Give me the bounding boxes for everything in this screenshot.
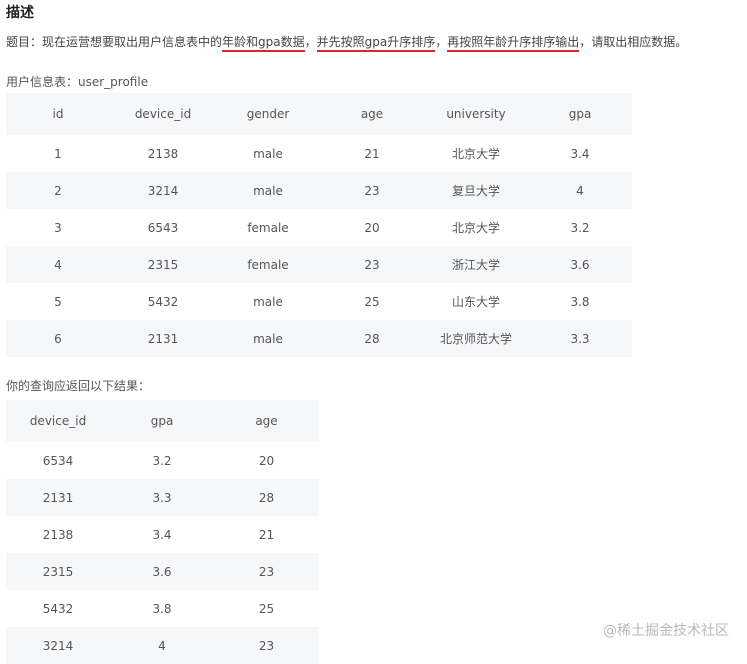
table-cell: 23 [258, 638, 275, 653]
table-cell: 25 [364, 294, 380, 309]
table-cell: male [253, 146, 283, 161]
table-row: 2315 3.6 23 [6, 553, 319, 590]
table-cell: 2131 [147, 331, 179, 346]
table-row: 2138 3.4 21 [6, 516, 319, 553]
highlight-age-sort: 再按照年龄升序排序输出 [447, 35, 580, 52]
table-row: 4 2315 female 23 浙江大学 3.6 [6, 246, 632, 283]
table-cell: male [253, 183, 283, 198]
expected-result-table: device_id gpa age 6534 3.2 20 2131 3.3 2… [6, 400, 319, 664]
column-header: age [255, 414, 278, 428]
table-cell: 23 [364, 183, 380, 198]
column-header: gpa [150, 414, 174, 428]
table-cell: 2138 [42, 527, 74, 542]
description-prefix: 题目：现在运营想要取出用户信息表中的 [6, 35, 223, 49]
table-header-row: id device_id gender age university gpa [6, 93, 632, 135]
table-cell: female [247, 220, 289, 235]
table-cell: 北京大学 [451, 147, 500, 161]
table-cell: 3 [54, 220, 62, 235]
table-cell: 北京师范大学 [439, 332, 512, 346]
table-cell: 3.2 [152, 453, 172, 468]
table-row: 2 3214 male 23 复旦大学 4 [6, 172, 632, 209]
table-cell: 3214 [147, 183, 179, 198]
problem-description: 题目：现在运营想要取出用户信息表中的年龄和gpa数据，并先按照gpa升序排序，再… [6, 33, 688, 52]
table-row: 6534 3.2 20 [6, 442, 319, 479]
table-cell: 山东大学 [451, 295, 500, 309]
table-cell: 21 [364, 146, 380, 161]
table-cell: 3.8 [570, 294, 590, 309]
table-header-row: device_id gpa age [6, 400, 319, 442]
table-cell: 3.3 [152, 490, 172, 505]
table-cell: 3.8 [152, 601, 172, 616]
column-header: id [52, 107, 64, 121]
table-cell: 3.6 [152, 564, 172, 579]
table-cell: 4 [158, 638, 166, 653]
table-row: 5432 3.8 25 [6, 590, 319, 627]
table-cell: 3.4 [570, 146, 590, 161]
table-cell: 3.2 [570, 220, 590, 235]
column-header: age [360, 107, 384, 121]
table-cell: 20 [364, 220, 380, 235]
column-header: device_id [134, 107, 192, 121]
table-cell: 2315 [42, 564, 74, 579]
table-cell: 2 [54, 183, 62, 198]
watermark: @稀土掘金技术社区 [603, 623, 729, 639]
table-row: 5 5432 male 25 山东大学 3.8 [6, 283, 632, 320]
table-cell: 6534 [42, 453, 74, 468]
table-row: 6 2131 male 28 北京师范大学 3.3 [6, 320, 632, 357]
table-cell: male [253, 294, 283, 309]
table-row: 2131 3.3 28 [6, 479, 319, 516]
highlight-age-gpa: 年龄和gpa数据 [222, 35, 305, 52]
user-profile-table: id device_id gender age university gpa 1… [6, 93, 632, 357]
section-heading: 描述 [6, 5, 34, 21]
table-row: 1 2138 male 21 北京大学 3.4 [6, 135, 632, 172]
table-caption-user-profile: 用户信息表：user_profile [6, 75, 149, 89]
table-cell: 5432 [147, 294, 179, 309]
table-cell: 2315 [147, 257, 179, 272]
table-cell: 3.4 [152, 527, 172, 542]
table-cell: 1 [54, 146, 62, 161]
table-cell: 3.6 [570, 257, 590, 272]
column-header: gender [246, 107, 290, 121]
table-caption-expected-result: 你的查询应返回以下结果： [6, 379, 151, 393]
table-cell: 浙江大学 [451, 258, 500, 272]
table-cell: 5432 [42, 601, 74, 616]
table-cell: 2138 [147, 146, 179, 161]
table-cell: 复旦大学 [451, 184, 500, 198]
table-cell: 28 [364, 331, 380, 346]
table-cell: 6543 [147, 220, 179, 235]
table-cell: 2131 [42, 490, 74, 505]
table-cell: 北京大学 [451, 221, 500, 235]
table-cell: 20 [258, 453, 275, 468]
table-cell: 4 [576, 183, 584, 198]
table-cell: male [253, 331, 283, 346]
table-cell: 28 [258, 490, 275, 505]
highlight-gpa-sort: 并先按照gpa升序排序 [316, 35, 436, 52]
table-row: 3214 4 23 [6, 627, 319, 664]
table-row: 3 6543 female 20 北京大学 3.2 [6, 209, 632, 246]
table-cell: 3214 [42, 638, 74, 653]
column-header: gpa [568, 107, 592, 121]
table-cell: 4 [54, 257, 62, 272]
description-separator: ， [435, 35, 448, 49]
table-cell: 6 [54, 331, 62, 346]
table-cell: 21 [258, 527, 275, 542]
table-cell: 5 [54, 294, 62, 309]
table-cell: 25 [258, 601, 275, 616]
description-suffix: ，请取出相应数据。 [579, 35, 688, 49]
table-cell: 23 [364, 257, 380, 272]
column-header: device_id [29, 414, 87, 428]
description-separator: ， [304, 35, 317, 49]
table-cell: 23 [258, 564, 275, 579]
column-header: university [446, 107, 506, 121]
table-cell: female [247, 257, 289, 272]
table-cell: 3.3 [570, 331, 590, 346]
